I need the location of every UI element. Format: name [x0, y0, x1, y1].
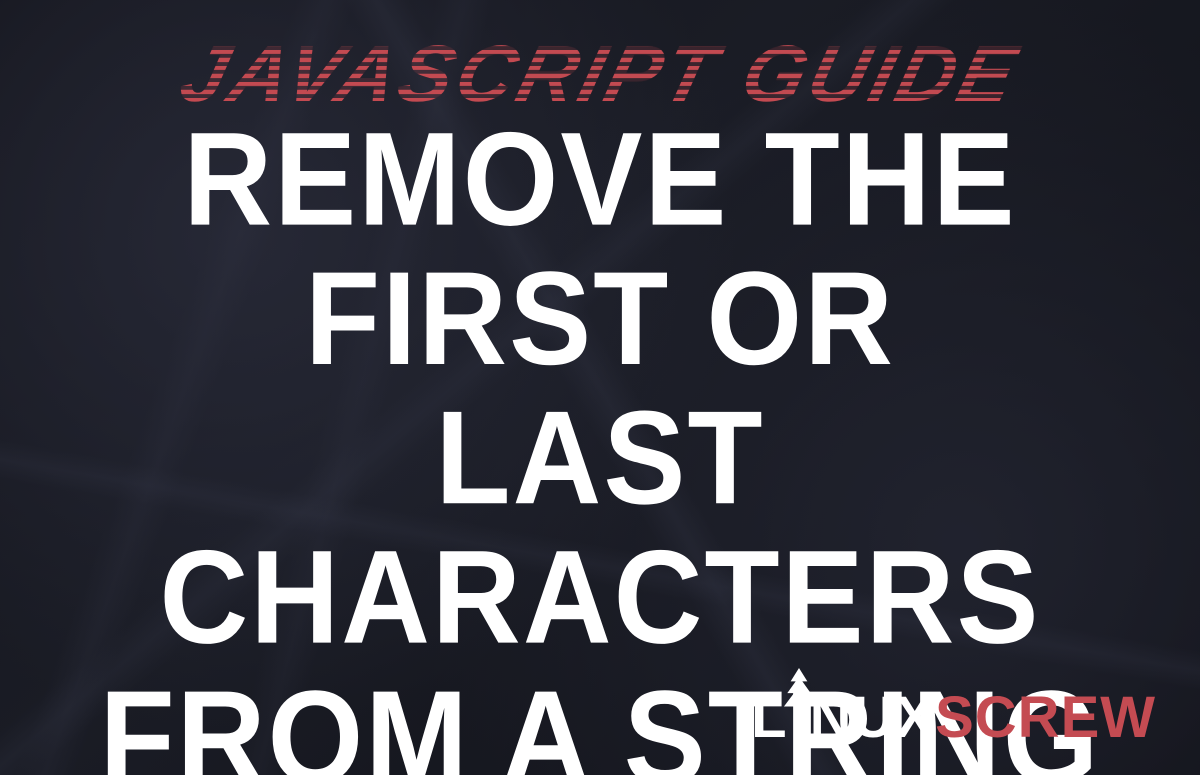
linuxscrew-logo: L NUX SCREW — [751, 689, 1156, 747]
banner-content: JAVASCRIPT GUIDE REMOVE THE FIRST OR LAS… — [0, 0, 1200, 775]
logo-letter-i-with-tree — [788, 689, 810, 747]
logo-word-linux: L NUX — [751, 689, 935, 747]
banner-title: REMOVE THE FIRST OR LAST CHARACTERS FROM… — [0, 110, 1200, 775]
series-label: JAVASCRIPT GUIDE — [173, 34, 1027, 114]
logo-letter: NUX — [810, 689, 935, 747]
title-line: LAST CHARACTERS — [24, 389, 1176, 668]
pine-tree-icon — [781, 668, 816, 712]
logo-word-screw: SCREW — [935, 689, 1156, 747]
title-line: REMOVE THE FIRST OR — [24, 110, 1176, 389]
